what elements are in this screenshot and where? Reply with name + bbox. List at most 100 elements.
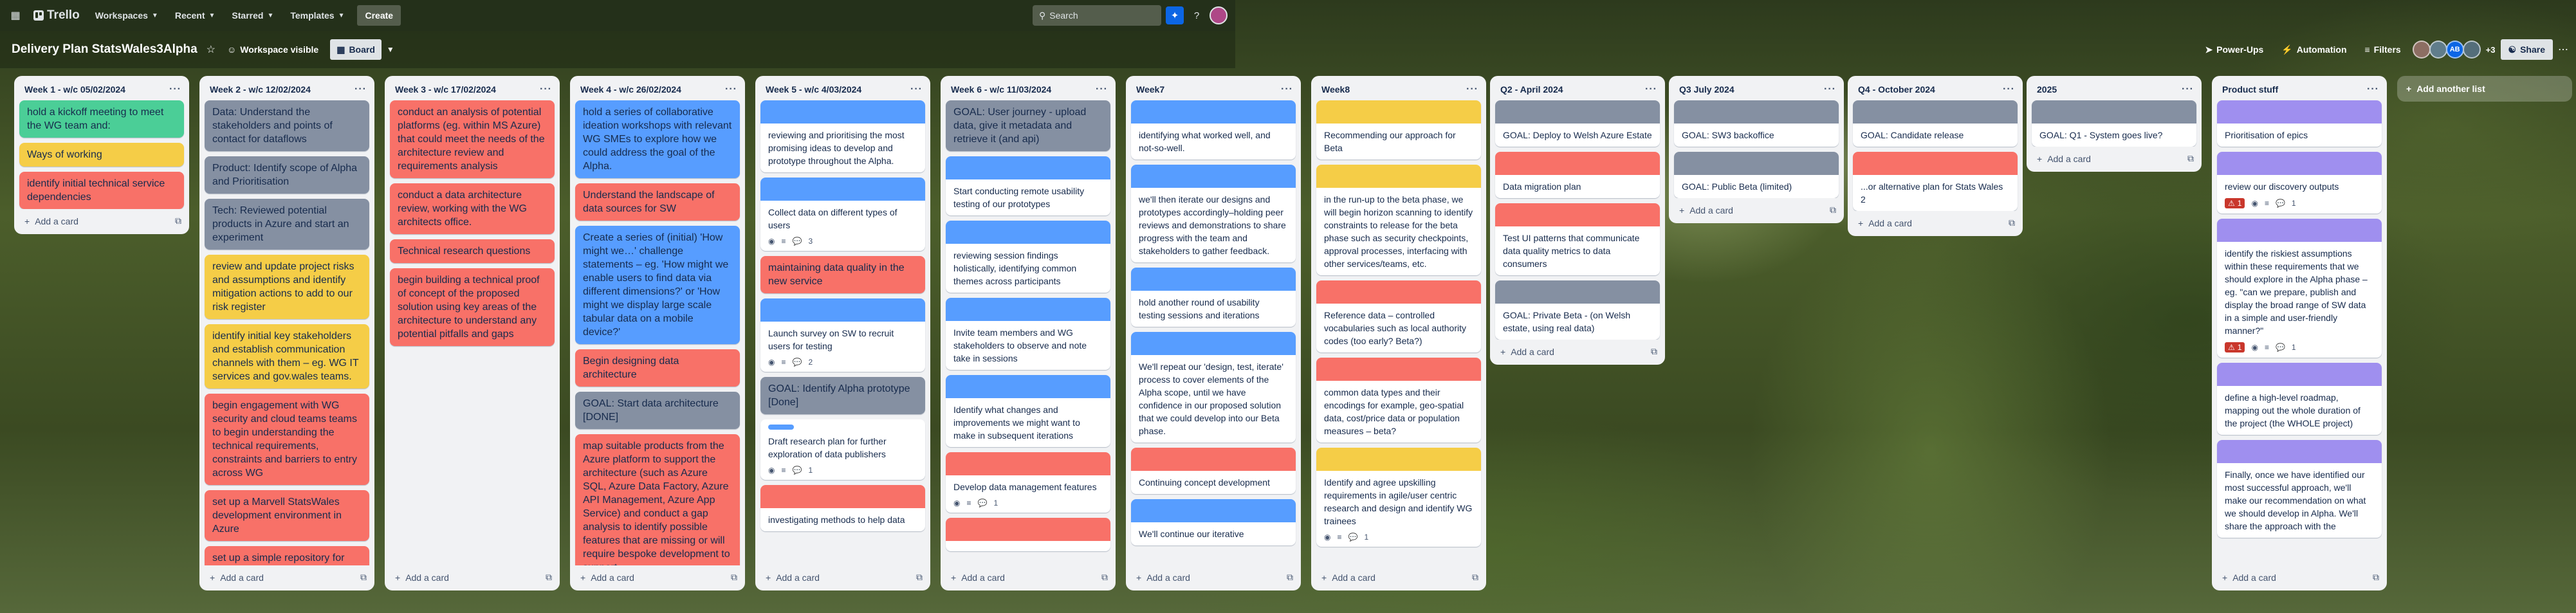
card[interactable]: Invite team members and WG stakeholders … <box>946 298 1110 370</box>
card[interactable]: hold a series of collaborative ideation … <box>575 100 740 178</box>
card[interactable] <box>946 518 1110 551</box>
list-header[interactable]: Week7 ··· <box>1126 81 1301 100</box>
card[interactable]: conduct a data architecture review, work… <box>390 183 555 234</box>
card[interactable]: We'll continue our iterative <box>1131 499 1296 545</box>
card[interactable]: Ways of working <box>19 143 184 167</box>
more-menu-icon[interactable]: ⋯ <box>2558 43 2568 56</box>
add-card-button[interactable]: + Add a card <box>2222 572 2276 583</box>
list-actions-icon[interactable]: ··· <box>2003 84 2015 95</box>
member-avatar[interactable] <box>2462 41 2481 59</box>
list-title[interactable]: Q4 - October 2024 <box>1858 84 1935 95</box>
card[interactable]: Finally, once we have identified our mos… <box>2217 440 2382 538</box>
list-title[interactable]: Q2 - April 2024 <box>1500 84 1563 95</box>
card[interactable]: GOAL: Start data architecture [DONE] <box>575 392 740 429</box>
add-card-button[interactable]: + Add a card <box>1500 347 1554 357</box>
filters-button[interactable]: ≡ Filters <box>2359 39 2407 60</box>
list-actions-icon[interactable]: ··· <box>1096 84 1108 95</box>
list-header[interactable]: 2025 ··· <box>2027 81 2202 100</box>
add-card-button[interactable]: + Add a card <box>210 572 264 583</box>
add-card-button[interactable]: + Add a card <box>580 572 634 583</box>
members-more-count[interactable]: +3 <box>2486 45 2496 55</box>
card[interactable]: Begin designing data architecture <box>575 349 740 387</box>
card[interactable]: begin engagement with WG security and cl… <box>205 394 369 485</box>
list-header[interactable]: Week 4 - w/c 26/02/2024 ··· <box>570 81 745 100</box>
list-header[interactable]: Week 6 - w/c 11/03/2024 ··· <box>941 81 1116 100</box>
list-title[interactable]: Product stuff <box>2222 84 2278 95</box>
list-title[interactable]: Week 5 - w/c 4/03/2024 <box>766 84 861 95</box>
card-template-icon[interactable]: ⧉ <box>2187 153 2194 164</box>
card-template-icon[interactable]: ⧉ <box>1101 572 1108 583</box>
card[interactable]: map suitable products from the Azure pla… <box>575 434 740 565</box>
list-title[interactable]: Week 1 - w/c 05/02/2024 <box>24 84 125 95</box>
card[interactable]: Product: Identify scope of Alpha and Pri… <box>205 156 369 194</box>
board-title[interactable]: Delivery Plan StatsWales3Alpha <box>8 40 201 59</box>
card[interactable]: We'll repeat our 'design, test, iterate'… <box>1131 332 1296 443</box>
list-actions-icon[interactable]: ··· <box>1645 84 1657 95</box>
chevron-down-icon[interactable]: ▼ <box>387 45 394 54</box>
list-actions-icon[interactable]: ··· <box>910 84 923 95</box>
card[interactable]: set up a simple repository for <box>205 546 369 565</box>
card[interactable]: identify initial key stakeholders and es… <box>205 324 369 389</box>
member-avatar[interactable]: AB <box>2445 41 2464 59</box>
list-header[interactable]: Product stuff ··· <box>2212 81 2387 100</box>
card[interactable]: reviewing session findings holistically,… <box>946 221 1110 293</box>
card[interactable]: Develop data management features ◉ ≡ 💬 1 <box>946 452 1110 513</box>
trello-logo[interactable]: Trello <box>28 8 85 23</box>
card[interactable]: Data: Understand the stakeholders and po… <box>205 100 369 151</box>
card[interactable]: identify initial technical service depen… <box>19 172 184 209</box>
card[interactable]: conduct an analysis of potential platfor… <box>390 100 555 178</box>
list-header[interactable]: Week 1 - w/c 05/02/2024 ··· <box>14 81 189 100</box>
card[interactable]: Recommending our approach for Beta <box>1316 100 1481 160</box>
card[interactable]: Draft research plan for further explorat… <box>760 419 925 480</box>
card[interactable]: identifying what worked well, and not-so… <box>1131 100 1296 160</box>
card[interactable]: Test UI patterns that communicate data q… <box>1495 203 1660 275</box>
card[interactable]: Create a series of (initial) 'How might … <box>575 226 740 344</box>
card[interactable]: common data types and their encodings fo… <box>1316 358 1481 443</box>
add-card-button[interactable]: + Add a card <box>951 572 1005 583</box>
list-actions-icon[interactable]: ··· <box>1466 84 1478 95</box>
list-actions-icon[interactable]: ··· <box>540 84 552 95</box>
visibility-button[interactable]: ☺ Workspace visible <box>221 39 325 60</box>
app-switcher-icon[interactable]: ▦ <box>6 6 24 24</box>
list-title[interactable]: Week8 <box>1321 84 1350 95</box>
list-title[interactable]: Week 3 - w/c 17/02/2024 <box>395 84 496 95</box>
list-title[interactable]: Week7 <box>1136 84 1164 95</box>
card-template-icon[interactable]: ⧉ <box>731 572 737 583</box>
card-label[interactable] <box>768 425 794 430</box>
card-template-icon[interactable]: ⧉ <box>2373 572 2379 583</box>
card[interactable]: Data migration plan <box>1495 152 1660 198</box>
card[interactable]: Launch survey on SW to recruit users for… <box>760 298 925 372</box>
card[interactable]: identify the riskiest assumptions within… <box>2217 219 2382 358</box>
add-card-button[interactable]: + Add a card <box>24 216 78 226</box>
card[interactable]: review our discovery outputs ⚠ 1 ◉ ≡ 💬 1 <box>2217 152 2382 214</box>
card-template-icon[interactable]: ⧉ <box>916 572 923 583</box>
add-card-button[interactable]: + Add a card <box>2037 154 2091 164</box>
list-header[interactable]: Week 2 - w/c 12/02/2024 ··· <box>199 81 374 100</box>
add-list-button[interactable]: + Add another list <box>2397 76 2572 102</box>
star-icon[interactable]: ☆ <box>207 43 216 56</box>
card-template-icon[interactable]: ⧉ <box>1830 205 1836 215</box>
card[interactable]: GOAL: Deploy to Welsh Azure Estate <box>1495 100 1660 147</box>
list-header[interactable]: Week8 ··· <box>1311 81 1486 100</box>
card[interactable]: hold a kickoff meeting to meet the WG te… <box>19 100 184 138</box>
card-template-icon[interactable]: ⧉ <box>360 572 367 583</box>
card[interactable]: in the run-up to the beta phase, we will… <box>1316 165 1481 275</box>
create-button[interactable]: Create <box>357 5 401 26</box>
card[interactable]: maintaining data quality in the new serv… <box>760 256 925 293</box>
nav-recent[interactable]: Recent ▼ <box>169 5 222 26</box>
atlassian-icon[interactable]: ✦ <box>1166 6 1184 24</box>
list-actions-icon[interactable]: ··· <box>169 84 181 95</box>
card[interactable]: GOAL: Private Beta - (on Welsh estate, u… <box>1495 280 1660 340</box>
list-actions-icon[interactable]: ··· <box>2182 84 2194 95</box>
nav-workspaces[interactable]: Workspaces ▼ <box>89 5 165 26</box>
card[interactable]: Technical research questions <box>390 239 555 263</box>
card[interactable]: Collect data on different types of users… <box>760 178 925 251</box>
card-template-icon[interactable]: ⧉ <box>1651 346 1657 357</box>
list-actions-icon[interactable]: ··· <box>2367 84 2379 95</box>
add-card-button[interactable]: + Add a card <box>1321 572 1375 583</box>
view-board-button[interactable]: ▦ Board <box>330 39 382 60</box>
card[interactable]: Prioritisation of epics <box>2217 100 2382 147</box>
list-actions-icon[interactable]: ··· <box>1824 84 1836 95</box>
nav-templates[interactable]: Templates ▼ <box>284 5 351 26</box>
card[interactable]: we'll then iterate our designs and proto… <box>1131 165 1296 262</box>
